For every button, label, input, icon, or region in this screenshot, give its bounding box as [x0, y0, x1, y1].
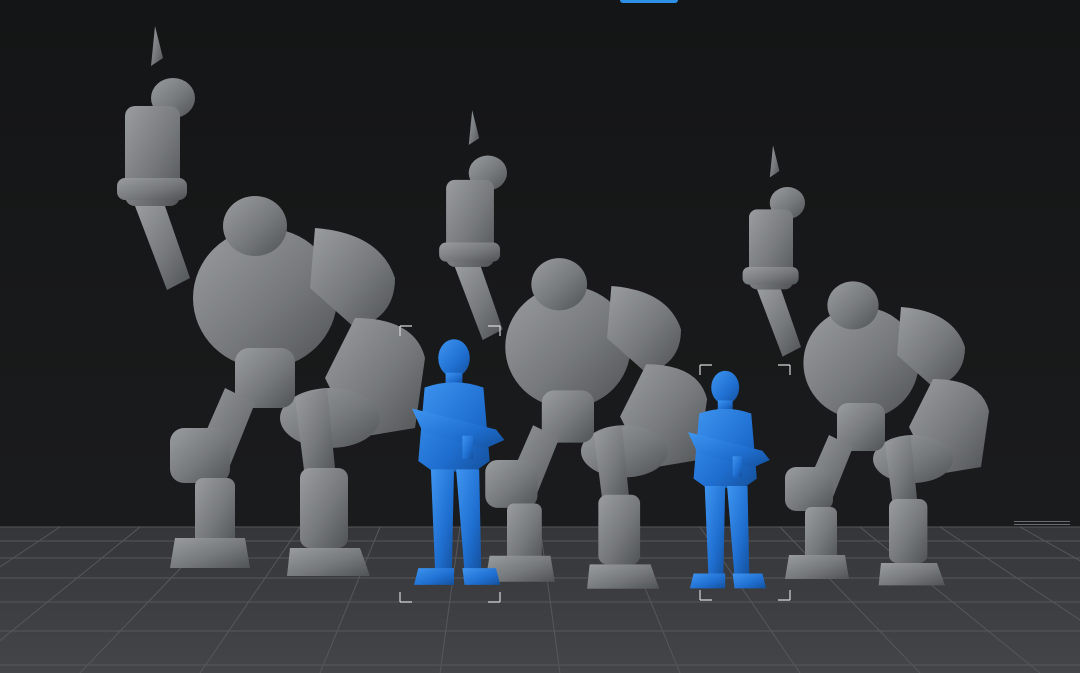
3d-viewport[interactable] [0, 0, 1080, 673]
bed-edge-marker [1014, 521, 1070, 525]
print-scene[interactable] [0, 0, 1080, 673]
mech-figure-left[interactable] [117, 26, 425, 576]
